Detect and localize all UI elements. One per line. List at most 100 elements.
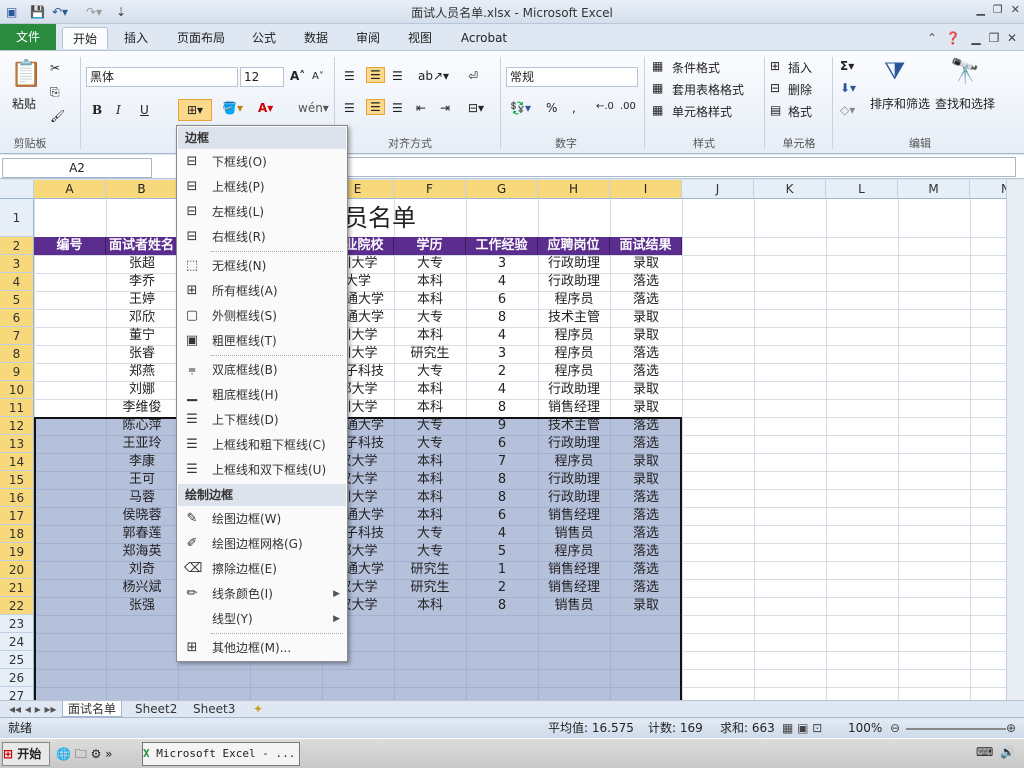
table-cell[interactable]: 李乔 <box>106 273 178 291</box>
sheet-tab-3[interactable]: Sheet3 <box>188 701 240 717</box>
table-cell[interactable]: 大专 <box>394 309 466 327</box>
table-cell[interactable]: 王可 <box>106 471 178 489</box>
cell-styles-button[interactable]: 单元格样式 <box>672 103 732 120</box>
table-header-cell[interactable]: 工作经验 <box>466 237 538 255</box>
table-cell[interactable]: 落选 <box>610 435 682 453</box>
table-header-cell[interactable]: 面试结果 <box>610 237 682 255</box>
table-header-cell[interactable]: 编号 <box>34 237 106 255</box>
row-header[interactable]: 21 <box>0 579 34 597</box>
font-color-icon[interactable]: A▾ <box>258 101 273 115</box>
comma-button[interactable]: , <box>572 101 576 115</box>
row-header[interactable]: 22 <box>0 597 34 615</box>
percent-button[interactable]: % <box>546 101 557 115</box>
tab-file[interactable]: 文件 <box>0 24 56 50</box>
table-cell[interactable]: 落选 <box>610 363 682 381</box>
table-cell[interactable]: 张强 <box>106 597 178 615</box>
close-icon[interactable]: ✕ <box>1011 3 1020 16</box>
table-cell[interactable]: 本科 <box>394 597 466 615</box>
table-cell[interactable]: 王婷 <box>106 291 178 309</box>
column-header[interactable]: G <box>466 180 538 199</box>
sort-filter-icon[interactable]: ⧩ <box>884 57 905 85</box>
tab-review[interactable]: 审阅 <box>348 27 388 49</box>
table-cell[interactable]: 李康 <box>106 453 178 471</box>
align-right-icon[interactable]: ☰ <box>392 101 403 115</box>
table-cell[interactable]: 落选 <box>610 417 682 435</box>
table-cell[interactable]: 销售员 <box>538 597 610 615</box>
insert-sheet-icon[interactable]: ✦ <box>248 701 268 717</box>
row-header[interactable]: 24 <box>0 633 34 651</box>
tab-formulas[interactable]: 公式 <box>244 27 284 49</box>
view-normal-icon[interactable]: ▦ ▣ ⊡ <box>782 718 822 738</box>
table-cell[interactable]: 9 <box>466 417 538 435</box>
sheet-tab-interview[interactable]: 面试名单 <box>62 701 123 717</box>
menu-erase-border[interactable]: ⌫ 擦除边框(E) <box>178 557 346 581</box>
table-cell[interactable]: 录取 <box>610 381 682 399</box>
table-cell[interactable]: 本科 <box>394 327 466 345</box>
row-header[interactable]: 16 <box>0 489 34 507</box>
table-cell[interactable]: 本科 <box>394 273 466 291</box>
row-header[interactable]: 3 <box>0 255 34 273</box>
row-header[interactable]: 2 <box>0 237 34 255</box>
table-cell[interactable]: 录取 <box>610 255 682 273</box>
table-cell[interactable]: 3 <box>466 345 538 363</box>
table-cell[interactable]: 马蓉 <box>106 489 178 507</box>
table-cell[interactable]: 大专 <box>394 435 466 453</box>
table-cell[interactable]: 录取 <box>610 453 682 471</box>
table-cell[interactable]: 1 <box>466 561 538 579</box>
table-cell[interactable]: 本科 <box>394 507 466 525</box>
menu-bottom-border[interactable]: ⊟ 下框线(O) <box>178 150 346 174</box>
find-select-icon[interactable]: 🔭 <box>950 57 980 85</box>
clear-icon[interactable]: ◇▾ <box>840 103 855 117</box>
table-cell[interactable]: 程序员 <box>538 345 610 363</box>
table-cell[interactable]: 刘娜 <box>106 381 178 399</box>
cell-styles-icon[interactable]: ▦ <box>652 103 663 117</box>
table-cell[interactable]: 销售经理 <box>538 579 610 597</box>
row-header[interactable]: 13 <box>0 435 34 453</box>
table-cell[interactable]: 销售员 <box>538 525 610 543</box>
table-cell[interactable]: 行政助理 <box>538 381 610 399</box>
minimize-icon[interactable]: ▁ <box>976 3 984 16</box>
table-cell[interactable]: 销售经理 <box>538 561 610 579</box>
number-format-select[interactable]: 常规 <box>506 67 638 87</box>
menu-top-thick-bottom-border[interactable]: ☰ 上框线和粗下框线(C) <box>178 433 346 457</box>
table-cell[interactable]: 本科 <box>394 381 466 399</box>
align-middle-icon[interactable]: ☰ <box>366 67 385 83</box>
tab-insert[interactable]: 插入 <box>114 27 158 49</box>
table-cell[interactable]: 研究生 <box>394 561 466 579</box>
tab-acrobat[interactable]: Acrobat <box>452 27 516 49</box>
table-cell[interactable]: 录取 <box>610 471 682 489</box>
table-cell[interactable]: 大专 <box>394 543 466 561</box>
table-cell[interactable]: 落选 <box>610 561 682 579</box>
table-cell[interactable]: 杨兴斌 <box>106 579 178 597</box>
table-cell[interactable]: 落选 <box>610 291 682 309</box>
table-cell[interactable]: 6 <box>466 435 538 453</box>
table-cell[interactable]: 本科 <box>394 291 466 309</box>
table-cell[interactable]: 技术主管 <box>538 417 610 435</box>
format-table-icon[interactable]: ▦ <box>652 81 663 95</box>
column-header[interactable]: L <box>826 180 898 199</box>
row-header[interactable]: 5 <box>0 291 34 309</box>
table-cell[interactable]: 大专 <box>394 363 466 381</box>
table-cell[interactable]: 行政助理 <box>538 489 610 507</box>
table-cell[interactable]: 8 <box>466 597 538 615</box>
table-cell[interactable]: 落选 <box>610 525 682 543</box>
tab-data[interactable]: 数据 <box>296 27 336 49</box>
format-painter-icon[interactable]: 🖌 <box>50 109 65 123</box>
table-cell[interactable]: 陈心萍 <box>106 417 178 435</box>
tab-view[interactable]: 视图 <box>400 27 440 49</box>
table-cell[interactable]: 张超 <box>106 255 178 273</box>
table-cell[interactable]: 本科 <box>394 471 466 489</box>
sort-filter-button[interactable]: 排序和筛选 <box>870 95 930 112</box>
align-top-icon[interactable]: ☰ <box>344 69 355 83</box>
select-all-corner[interactable] <box>0 180 34 199</box>
table-cell[interactable]: 本科 <box>394 489 466 507</box>
table-cell[interactable]: 7 <box>466 453 538 471</box>
table-cell[interactable]: 大专 <box>394 525 466 543</box>
table-cell[interactable]: 技术主管 <box>538 309 610 327</box>
table-cell[interactable]: 行政助理 <box>538 435 610 453</box>
sheet-tab-2[interactable]: Sheet2 <box>130 701 182 717</box>
format-cells-button[interactable]: 格式 <box>788 103 812 120</box>
row-header[interactable]: 23 <box>0 615 34 633</box>
find-select-button[interactable]: 查找和选择 <box>935 95 995 112</box>
menu-line-color[interactable]: ✏ 线条颜色(I) ▶ <box>178 582 346 606</box>
